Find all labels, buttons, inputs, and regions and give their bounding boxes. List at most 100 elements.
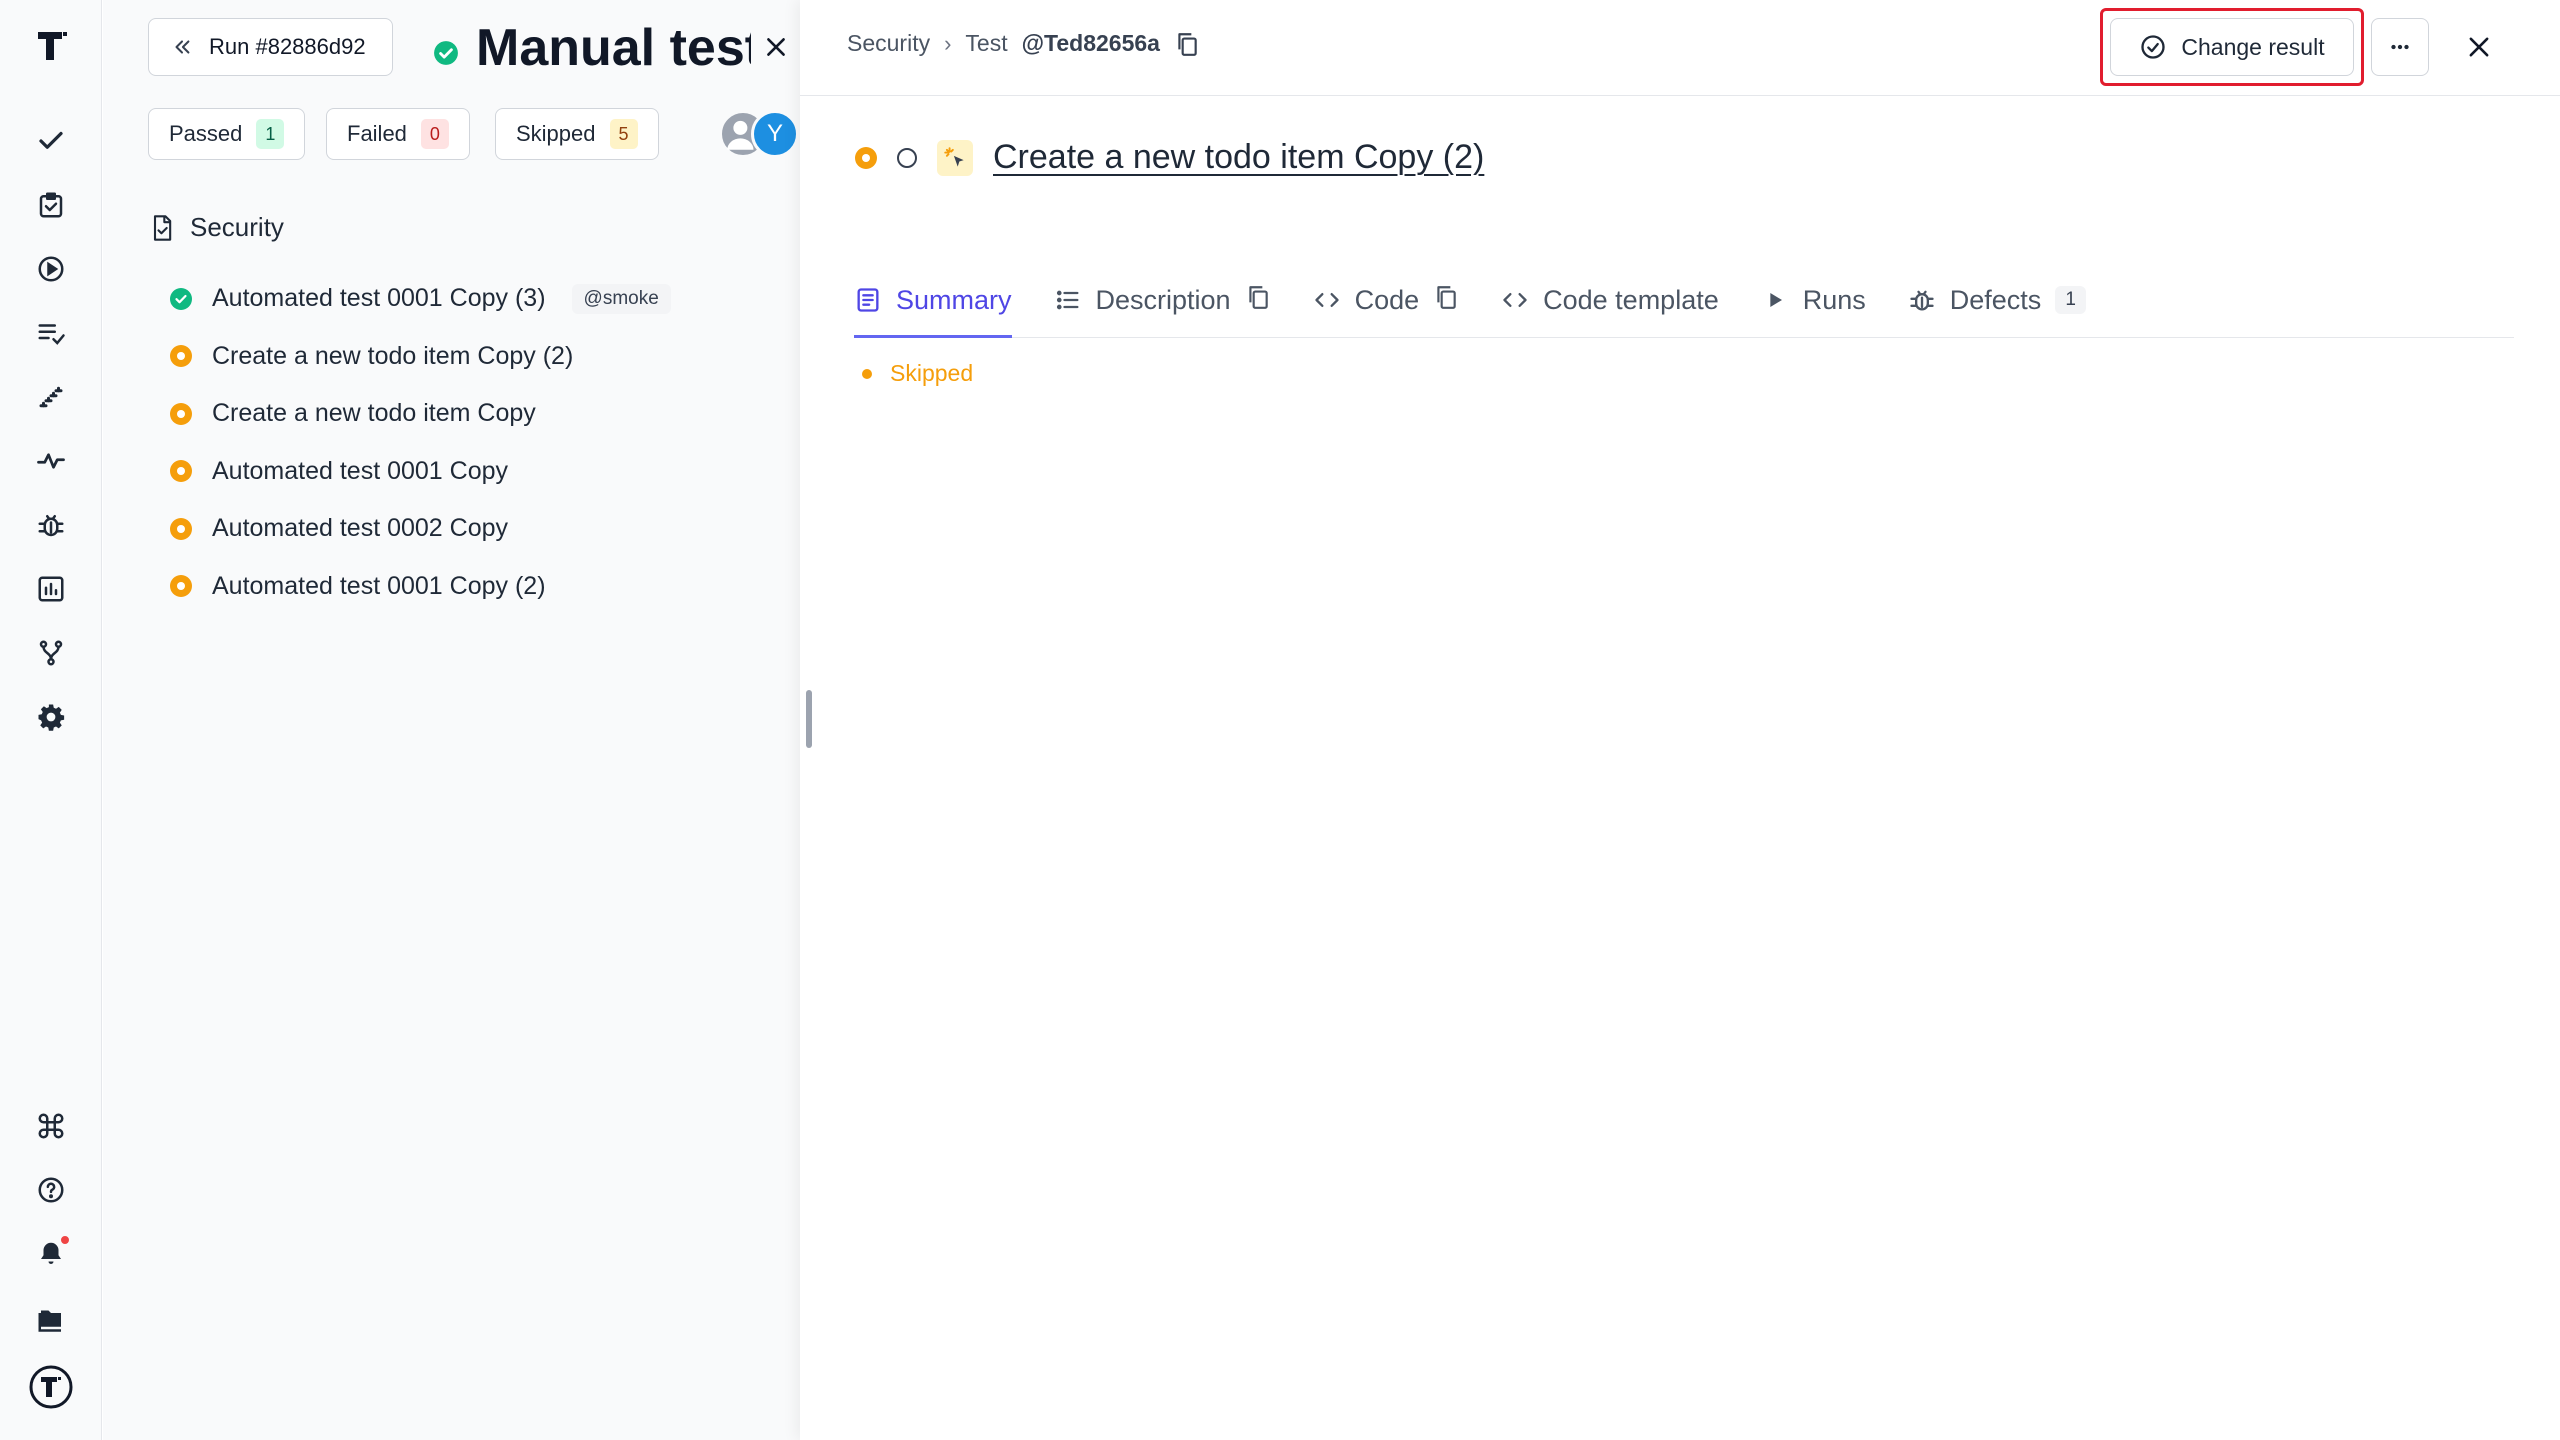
steps-icon[interactable]: [33, 379, 69, 415]
close-detail-button[interactable]: [2450, 18, 2508, 76]
manual-type-icon: [897, 147, 917, 168]
change-result-button[interactable]: Change result: [2110, 18, 2354, 76]
change-result-label: Change result: [2181, 33, 2325, 60]
branch-icon[interactable]: [33, 635, 69, 671]
suite-header[interactable]: Security: [148, 212, 284, 243]
tab-code-template-label: Code template: [1543, 284, 1719, 315]
bug-icon[interactable]: [33, 507, 69, 543]
skipped-status-icon: [170, 575, 192, 598]
help-icon[interactable]: [33, 1172, 69, 1208]
tab-code-template[interactable]: Code template: [1501, 272, 1719, 328]
copy-icon: [1437, 285, 1456, 309]
detail-tabs: Summary Description Code Code template R…: [854, 272, 2514, 338]
tab-runs[interactable]: Runs: [1761, 272, 1866, 328]
copy-code-button[interactable]: [1433, 284, 1459, 317]
tab-runs-label: Runs: [1802, 284, 1866, 315]
breadcrumb: Security › Test @Ted82656a: [847, 30, 1200, 57]
left-nav-rail: [0, 0, 102, 1440]
code-icon: [1314, 293, 1339, 307]
test-detail-panel: Security › Test @Ted82656a Change result…: [800, 0, 2560, 1440]
skipped-status-icon: [170, 345, 192, 368]
list-item[interactable]: Automated test 0001 Copy: [170, 443, 790, 501]
file-check-icon: [153, 214, 172, 241]
test-name: Automated test 0001 Copy: [212, 456, 509, 485]
tab-code-label: Code: [1354, 284, 1420, 315]
ellipsis-icon: [2391, 44, 2409, 50]
summary-status: Skipped: [862, 360, 973, 387]
sparkle-cursor-icon: [937, 139, 973, 176]
run-panel: Run #82886d92 Manual test Passed 1 Faile…: [103, 0, 801, 1440]
folders-icon[interactable]: [33, 1300, 69, 1336]
passed-status-icon: [170, 287, 192, 310]
skipped-status-icon: [170, 402, 192, 425]
passed-status-icon: [434, 41, 458, 65]
back-to-run-button[interactable]: Run #82886d92: [148, 18, 393, 76]
filter-skipped[interactable]: Skipped 5: [495, 108, 659, 160]
run-title: Manual test: [476, 19, 763, 77]
notification-dot: [59, 1234, 71, 1246]
clipboard-icon[interactable]: [33, 187, 69, 223]
play-circle-icon[interactable]: [33, 251, 69, 287]
test-heading: Create a new todo item Copy (2): [855, 138, 1484, 177]
bug-icon: [1910, 290, 1934, 311]
bell-icon[interactable]: [33, 1234, 71, 1272]
close-icon: [767, 38, 785, 56]
suite-name: Security: [190, 212, 284, 242]
copy-description-button[interactable]: [1245, 284, 1271, 317]
test-name: Create a new todo item Copy: [212, 399, 536, 428]
list-item[interactable]: Automated test 0001 Copy (2): [170, 558, 790, 616]
summary-icon: [857, 288, 879, 312]
test-name: Automated test 0001 Copy (2): [212, 571, 546, 600]
test-tag[interactable]: @smoke: [571, 283, 671, 314]
list-item[interactable]: Automated test 0002 Copy: [170, 500, 790, 558]
test-list: Automated test 0001 Copy (3) @smoke Crea…: [170, 270, 790, 615]
copy-icon[interactable]: [1174, 31, 1200, 57]
filter-passed-label: Passed: [169, 121, 243, 146]
test-title[interactable]: Create a new todo item Copy (2): [993, 138, 1484, 177]
close-icon: [2469, 37, 2489, 57]
check-icon[interactable]: [33, 123, 69, 159]
detail-header: Security › Test @Ted82656a Change result: [800, 0, 2560, 96]
list-check-icon[interactable]: [33, 315, 69, 351]
filter-failed-count: 0: [420, 119, 449, 149]
filter-failed-label: Failed: [347, 121, 407, 146]
chart-icon[interactable]: [33, 571, 69, 607]
list-item[interactable]: Create a new todo item Copy (2): [170, 328, 790, 386]
command-icon[interactable]: [33, 1108, 69, 1144]
more-options-button[interactable]: [2371, 18, 2429, 76]
test-id: @Ted82656a: [1021, 30, 1160, 56]
close-run-button[interactable]: [751, 22, 801, 72]
filter-passed[interactable]: Passed 1: [148, 108, 306, 160]
logo-icon[interactable]: [32, 26, 72, 66]
play-icon: [1770, 293, 1782, 307]
skipped-status-icon: [170, 460, 192, 483]
avatar: Y: [751, 110, 799, 158]
tab-code[interactable]: Code: [1313, 272, 1460, 328]
code-icon: [1503, 293, 1527, 307]
tab-description-label: Description: [1095, 284, 1231, 315]
tab-defects[interactable]: Defects 1: [1908, 272, 2086, 328]
list-icon: [1056, 290, 1079, 310]
copy-icon: [1248, 285, 1268, 309]
test-name: Automated test 0002 Copy: [212, 514, 509, 543]
test-name: Automated test 0001 Copy (3): [212, 284, 546, 313]
list-item[interactable]: Automated test 0001 Copy (3) @smoke: [170, 270, 790, 328]
run-id-label: Run #82886d92: [209, 34, 366, 59]
filter-skipped-label: Skipped: [516, 121, 596, 146]
filter-skipped-count: 5: [609, 119, 638, 149]
double-chevron-left-icon: [175, 40, 190, 54]
panel-resize-handle[interactable]: [806, 690, 812, 748]
pulse-icon[interactable]: [33, 443, 69, 479]
brand-icon[interactable]: [28, 1364, 74, 1410]
filter-passed-count: 1: [256, 119, 285, 149]
check-circle-icon: [2141, 35, 2166, 59]
list-item[interactable]: Create a new todo item Copy: [170, 385, 790, 443]
test-name: Create a new todo item Copy (2): [212, 341, 574, 370]
gear-icon[interactable]: [33, 699, 69, 735]
filter-failed[interactable]: Failed 0: [326, 108, 470, 160]
tab-summary[interactable]: Summary: [854, 272, 1012, 338]
breadcrumb-suite[interactable]: Security: [847, 30, 930, 57]
tab-description[interactable]: Description: [1054, 272, 1271, 328]
assignee-avatars[interactable]: Y: [715, 108, 805, 160]
breadcrumb-test-prefix: Test: [965, 30, 1008, 56]
